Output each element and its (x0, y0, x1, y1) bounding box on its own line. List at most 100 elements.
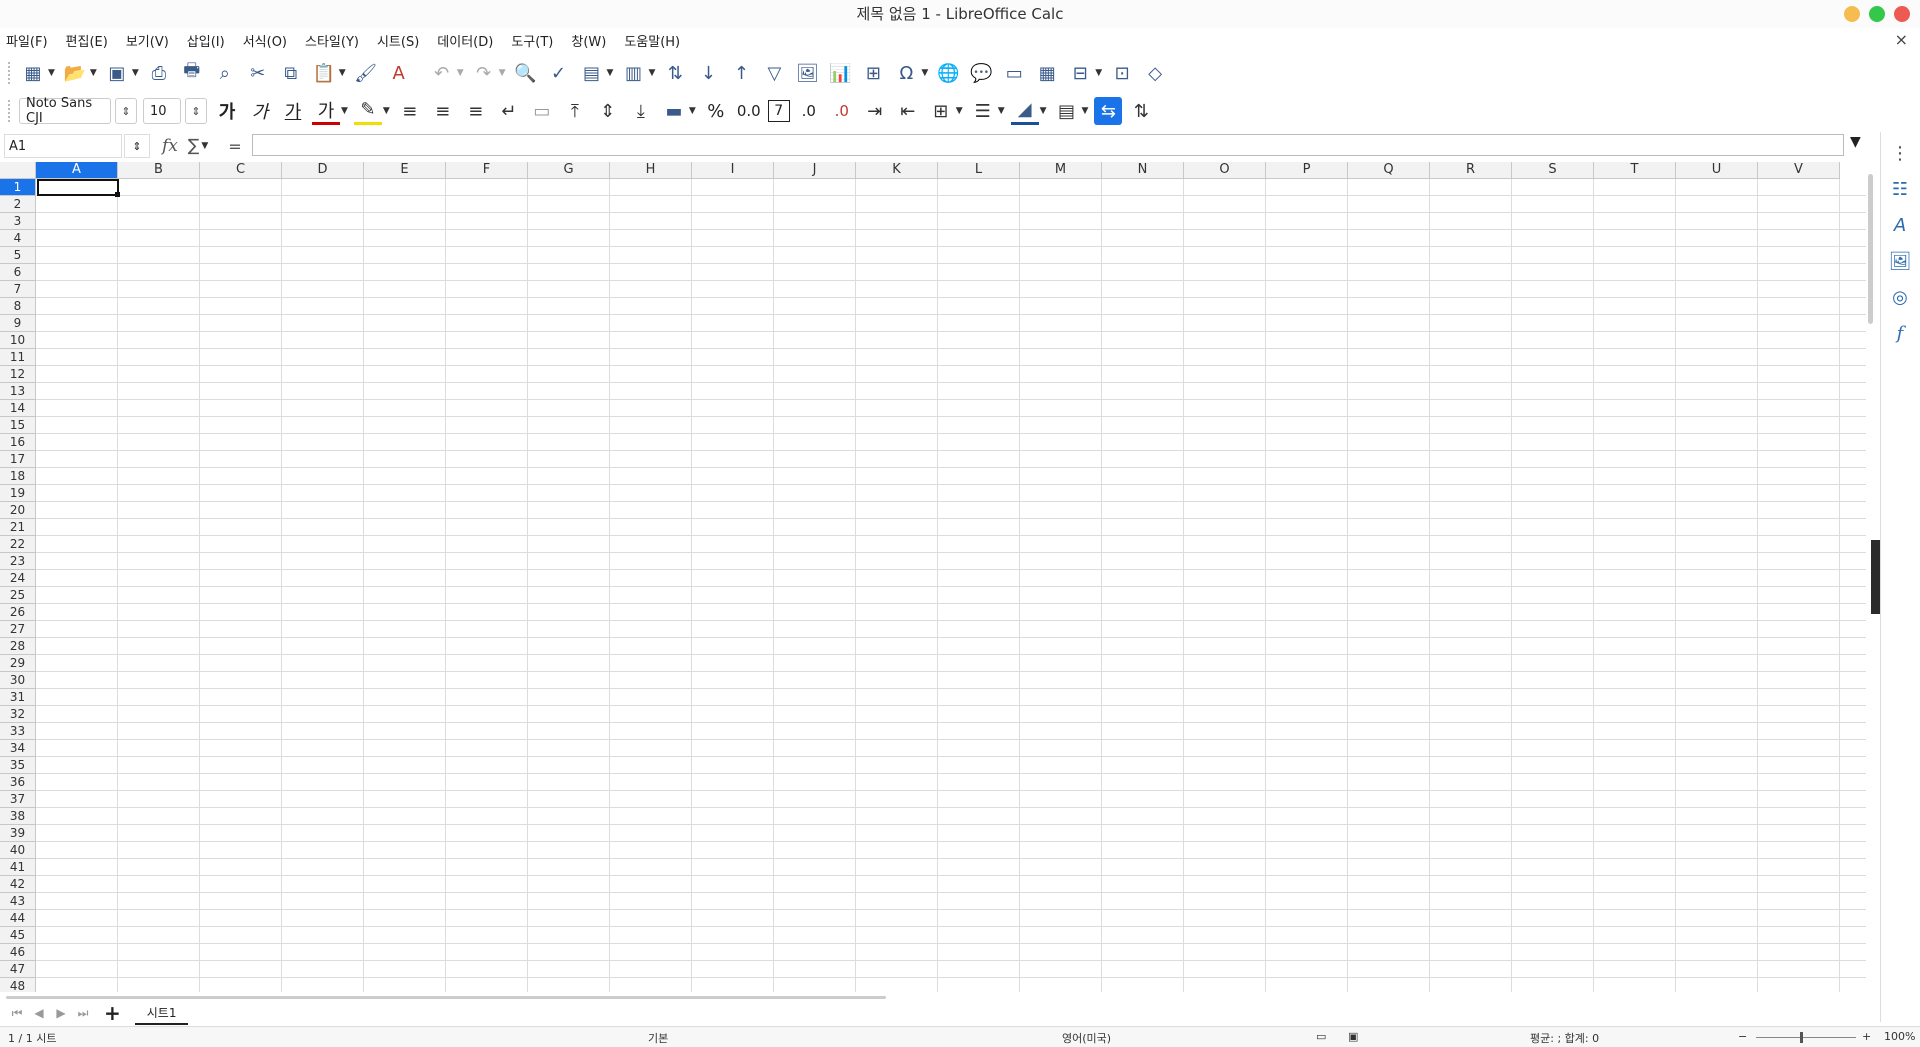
insert-chart-icon[interactable]: 📊 (826, 59, 854, 87)
menu-insert[interactable]: 삽입(I) (187, 31, 225, 50)
menu-tools[interactable]: 도구(T) (511, 31, 553, 50)
row-header[interactable]: 25 (0, 587, 36, 604)
text-direction-top-bottom-icon[interactable]: ⇅ (1127, 97, 1155, 125)
chevron-down-icon[interactable]: ▼ (689, 106, 696, 116)
sheet-tab[interactable]: 시트1 (134, 1001, 189, 1025)
special-character-icon[interactable]: Ω (892, 59, 920, 87)
language-status[interactable]: 영어(미국) (1062, 1030, 1111, 1046)
row-header[interactable]: 15 (0, 417, 36, 434)
underline-button[interactable]: 가 (279, 97, 307, 125)
bold-button[interactable]: 가 (213, 97, 241, 125)
split-window-icon[interactable]: ⊡ (1108, 59, 1136, 87)
decrease-indent-icon[interactable]: ⇤ (894, 97, 922, 125)
expand-formula-bar-icon[interactable]: ▼ (1850, 134, 1861, 150)
row-header[interactable]: 11 (0, 349, 36, 366)
row-header[interactable]: 43 (0, 893, 36, 910)
clone-formatting-icon[interactable]: 🖌 (352, 59, 380, 87)
row-header[interactable]: 37 (0, 791, 36, 808)
chevron-down-icon[interactable]: ▼ (383, 106, 390, 116)
zoom-slider[interactable] (1756, 1037, 1856, 1038)
maximize-button[interactable] (1869, 6, 1885, 22)
row-header[interactable]: 45 (0, 927, 36, 944)
zoom-out-icon[interactable]: − (1738, 1030, 1747, 1043)
column-header[interactable]: L (938, 162, 1020, 179)
row-header[interactable]: 5 (0, 247, 36, 264)
chevron-down-icon[interactable]: ▼ (90, 68, 97, 78)
row-header[interactable]: 47 (0, 961, 36, 978)
column-header[interactable]: I (692, 162, 774, 179)
copy-icon[interactable]: ⧉ (277, 59, 305, 87)
sidebar-menu-icon[interactable]: ⋮ (1885, 138, 1915, 168)
row-header[interactable]: 46 (0, 944, 36, 961)
minimize-button[interactable] (1844, 6, 1860, 22)
save-icon[interactable]: ▣ (103, 59, 131, 87)
row-header[interactable]: 17 (0, 451, 36, 468)
chevron-down-icon[interactable]: ▼ (1040, 106, 1047, 116)
row-header[interactable]: 38 (0, 808, 36, 825)
align-left-icon[interactable]: ≡ (396, 97, 424, 125)
formula-icon[interactable]: = (228, 137, 241, 156)
name-box[interactable]: A1 (4, 134, 122, 158)
row-header[interactable]: 30 (0, 672, 36, 689)
align-middle-icon[interactable]: ⇕ (594, 97, 622, 125)
new-document-icon[interactable]: ▦ (19, 59, 47, 87)
row-header[interactable]: 34 (0, 740, 36, 757)
export-pdf-icon[interactable]: ⎙ (145, 59, 173, 87)
column-header[interactable]: D (282, 162, 364, 179)
row-header[interactable]: 36 (0, 774, 36, 791)
zoom-slider-thumb[interactable] (1800, 1032, 1803, 1043)
chevron-down-icon[interactable]: ▼ (956, 106, 963, 116)
row-header[interactable]: 33 (0, 723, 36, 740)
chevron-down-icon[interactable]: ▼ (457, 68, 464, 78)
redo-icon[interactable]: ↷ (470, 59, 498, 87)
last-sheet-icon[interactable]: ⏭ (72, 1006, 94, 1021)
row-header[interactable]: 19 (0, 485, 36, 502)
menu-view[interactable]: 보기(V) (126, 31, 169, 50)
chevron-down-icon[interactable]: ▼ (339, 68, 346, 78)
pivot-table-icon[interactable]: ⊞ (859, 59, 887, 87)
row-header[interactable]: 39 (0, 825, 36, 842)
font-name-field[interactable]: Noto Sans CJI (19, 96, 111, 126)
toolbar-grip[interactable] (8, 100, 13, 122)
autofilter-icon[interactable]: ▽ (760, 59, 788, 87)
currency-format-icon[interactable]: ▬ (660, 97, 688, 125)
clear-formatting-icon[interactable]: A (385, 59, 413, 87)
column-header[interactable]: Q (1348, 162, 1430, 179)
column-header[interactable]: A (36, 162, 118, 179)
row-header[interactable]: 40 (0, 842, 36, 859)
close-document-icon[interactable]: × (1895, 30, 1908, 49)
row-header[interactable]: 2 (0, 196, 36, 213)
row-header[interactable]: 23 (0, 553, 36, 570)
chevron-down-icon[interactable]: ▼ (1095, 68, 1102, 78)
row-header[interactable]: 6 (0, 264, 36, 281)
vertical-scroll-thumb[interactable] (1868, 174, 1873, 324)
column-header[interactable]: J (774, 162, 856, 179)
name-box-dropdown-icon[interactable]: ⇕ (124, 134, 150, 158)
cut-icon[interactable]: ✂ (244, 59, 272, 87)
comment-icon[interactable]: 💬 (967, 59, 995, 87)
row-header[interactable]: 20 (0, 502, 36, 519)
row-header[interactable]: 10 (0, 332, 36, 349)
menu-data[interactable]: 데이터(D) (437, 31, 493, 50)
row-header[interactable]: 28 (0, 638, 36, 655)
header-footer-icon[interactable]: ▭ (1000, 59, 1028, 87)
sort-descending-icon[interactable]: ↑ (727, 59, 755, 87)
column-header[interactable]: P (1266, 162, 1348, 179)
menu-sheet[interactable]: 시트(S) (377, 31, 419, 50)
show-draw-functions-icon[interactable]: ◇ (1141, 59, 1169, 87)
row-header[interactable]: 44 (0, 910, 36, 927)
paste-icon[interactable]: 📋 (310, 59, 338, 87)
spelling-icon[interactable]: ✓ (545, 59, 573, 87)
border-color-icon[interactable]: ◢ (1010, 97, 1039, 125)
sidebar-toggle-handle[interactable] (1871, 540, 1880, 614)
chevron-down-icon[interactable]: ▼ (607, 68, 614, 78)
date-format-button[interactable]: 7 (767, 100, 790, 122)
toolbar-grip[interactable] (8, 62, 13, 84)
row-header[interactable]: 42 (0, 876, 36, 893)
row-header[interactable]: 26 (0, 604, 36, 621)
freeze-rows-columns-icon[interactable]: ⊟ (1066, 59, 1094, 87)
chevron-down-icon[interactable]: ▼ (132, 68, 139, 78)
borders-icon[interactable]: ⊞ (927, 97, 955, 125)
selection-mode-icon[interactable]: ▭ (1316, 1030, 1326, 1043)
row-header[interactable]: 14 (0, 400, 36, 417)
